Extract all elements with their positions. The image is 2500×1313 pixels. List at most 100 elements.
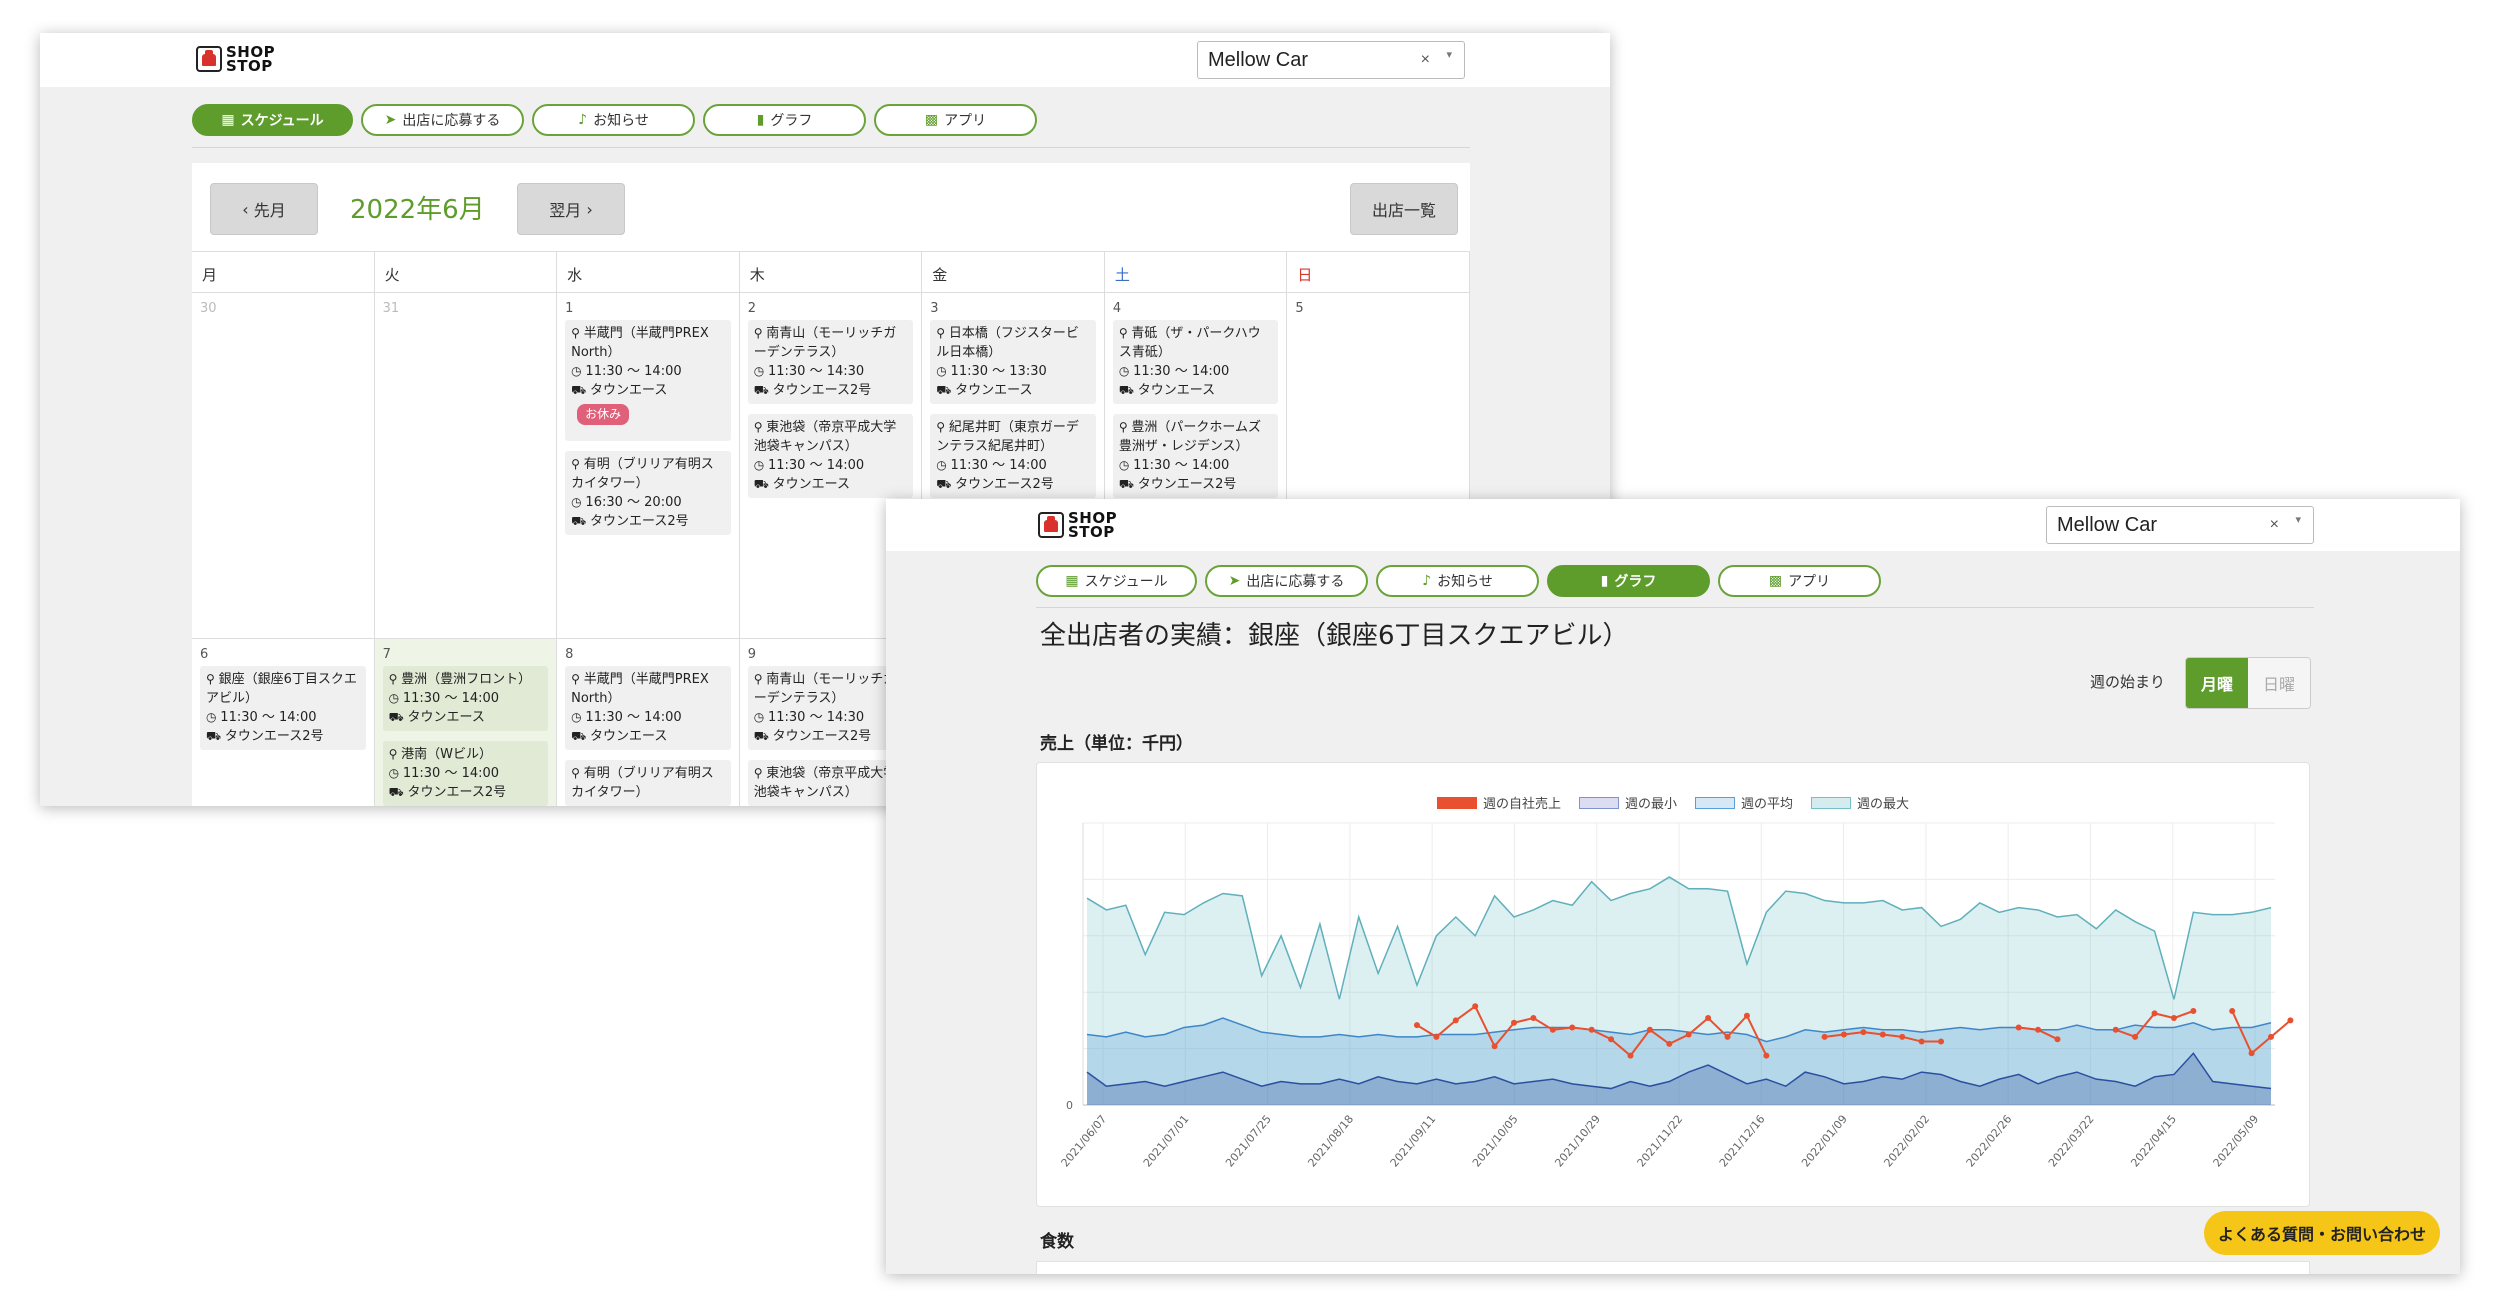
day-number: 8 — [565, 647, 574, 662]
own-sales-point — [1666, 1040, 1673, 1047]
tab-schedule[interactable]: ▦ スケジュール — [1036, 565, 1197, 597]
event-place-text: 青砥（ザ・パークハウス青砥） — [1118, 326, 1261, 360]
header-bar: SHOP STOP Mellow Car × ▾ — [40, 33, 1610, 87]
own-sales-point — [1821, 1033, 1828, 1040]
weekday-header: 月火水木金土日 — [192, 251, 1470, 293]
truck-icon: ⛟ — [206, 729, 225, 743]
calendar-day[interactable]: 30 — [192, 293, 375, 638]
event-time: ◷ 11:30 〜 14:00 — [1119, 456, 1273, 475]
schedule-event[interactable]: ⚲ 東池袋（帝京平成大学池袋キャンパス） ◷ 11:30 〜 14:00 ⛟ タウン… — [747, 414, 914, 498]
truck-icon: ⛟ — [571, 729, 591, 743]
faq-contact-button[interactable]: よくある質問・お問い合わせ — [2204, 1211, 2440, 1255]
clock-icon: ◷ — [753, 710, 768, 724]
own-sales-point — [1840, 1031, 1847, 1038]
event-place-text: 港南（Wビル） — [401, 747, 493, 762]
event-place: ⚲ 紀尾井町（東京ガーデンテラス紀尾井町） — [936, 418, 1090, 456]
own-sales-point — [1705, 1015, 1712, 1022]
event-time: ◷ 16:30 〜 20:00 — [571, 493, 725, 512]
own-sales-point — [2054, 1036, 2061, 1043]
schedule-event[interactable]: ⚲ 半蔵門（半蔵門PREX North） ◷ 11:30 〜 14:00 ⛟ タウン… — [565, 320, 731, 441]
truck-icon: ⛟ — [1118, 383, 1138, 397]
shopstop-logo[interactable]: SHOP STOP — [1038, 511, 1117, 540]
logo-text-line2: STOP — [226, 57, 273, 75]
truck-icon: ⛟ — [936, 383, 956, 397]
event-time: ◷ 11:30 〜 14:00 — [571, 708, 725, 727]
schedule-event[interactable]: ⚲ 港南（Wビル） ◷ 11:30 〜 14:00 ⛟ タウンエース2号 — [382, 741, 549, 806]
tab-graph[interactable]: ▮ グラフ — [1547, 565, 1710, 597]
schedule-event[interactable]: ⚲ 有明（ブリリア有明スカイタワー） ◷ 16:30 〜 20:00 ⛟ タウンエー… — [565, 451, 731, 535]
shopstop-logo[interactable]: SHOP STOP — [196, 45, 275, 75]
next-month-button[interactable]: 翌月 › — [517, 183, 625, 235]
schedule-event[interactable]: ⚲ 有明（ブリリア有明スカイタワー） — [565, 760, 731, 806]
truck-icon: ⛟ — [1118, 477, 1138, 491]
event-time: ◷ 11:30 〜 14:00 — [206, 708, 360, 727]
tab-apply[interactable]: ➤ 出店に応募する — [361, 104, 524, 136]
event-place: ⚲ 銀座（銀座6丁目スクエアビル） — [206, 670, 360, 708]
tab-news[interactable]: ♪ お知らせ — [532, 104, 695, 136]
own-sales-point — [2268, 1033, 2274, 1040]
clear-icon[interactable]: × — [1421, 51, 1430, 69]
weekday-6: 日 — [1287, 252, 1470, 292]
event-place-text: 東池袋（帝京平成大学池袋キャンパス） — [753, 766, 897, 800]
event-place: ⚲ 東池袋（帝京平成大学池袋キャンパス） — [754, 418, 908, 456]
schedule-event[interactable]: ⚲ 豊洲（豊洲フロント） ◷ 11:30 〜 14:00 ⛟ タウンエース — [382, 666, 549, 731]
week-start-monday[interactable]: 月曜 — [2186, 658, 2248, 708]
schedule-event[interactable]: ⚲ 日本橋（フジスタービル日本橋） ◷ 11:30 〜 13:30 ⛟ タウンエース — [930, 320, 1096, 404]
x-tick-label: 2021/07/01 — [1141, 1113, 1192, 1170]
truck-icon: ⛟ — [936, 477, 956, 491]
own-sales-point — [2170, 1015, 2177, 1022]
own-sales-point — [2190, 1008, 2197, 1014]
tab-app[interactable]: ▩ アプリ — [874, 104, 1037, 136]
own-sales-point — [1743, 1012, 1750, 1019]
week-start-sunday[interactable]: 日曜 — [2248, 658, 2310, 708]
schedule-event[interactable]: ⚲ 紀尾井町（東京ガーデンテラス紀尾井町） ◷ 11:30 〜 14:00 ⛟ タウ… — [930, 414, 1096, 498]
nav-divider — [192, 147, 1470, 148]
calendar-day[interactable]: 8 ⚲ 半蔵門（半蔵門PREX North） ◷ 11:30 〜 14:00 ⛟ タウ… — [557, 639, 740, 806]
truck-icon: ⛟ — [388, 785, 408, 799]
calendar-day[interactable]: 31 — [375, 293, 558, 638]
event-place: ⚲ 港南（Wビル） — [389, 745, 543, 764]
calendar-day[interactable]: 7 ⚲ 豊洲（豊洲フロント） ◷ 11:30 〜 14:00 ⛟ タウンエース ⚲ 港南… — [374, 639, 558, 806]
tab-graph[interactable]: ▮ グラフ — [703, 104, 866, 136]
prev-month-button[interactable]: ‹ 先月 — [210, 183, 318, 235]
chevron-down-icon[interactable]: ▾ — [1446, 48, 1452, 61]
event-time-text: 11:30 〜 14:00 — [220, 710, 317, 725]
send-icon: ➤ — [1228, 573, 1241, 589]
chevron-down-icon[interactable]: ▾ — [2295, 513, 2301, 526]
store-select[interactable]: Mellow Car × ▾ — [1197, 41, 1465, 79]
store-select[interactable]: Mellow Car × ▾ — [2046, 506, 2314, 544]
tab-apply[interactable]: ➤ 出店に応募する — [1205, 565, 1368, 597]
tab-news[interactable]: ♪ お知らせ — [1376, 565, 1539, 597]
event-place: ⚲ 半蔵門（半蔵門PREX North） — [571, 324, 725, 362]
schedule-event[interactable]: ⚲ 半蔵門（半蔵門PREX North） ◷ 11:30 〜 14:00 ⛟ タウン… — [565, 666, 731, 750]
graph-window: SHOP STOP Mellow Car × ▾ ▦ スケジュール ➤ 出店に応募する… — [886, 499, 2460, 1274]
schedule-event[interactable]: ⚲ 豊洲（パークホームズ豊洲ザ・レジデンス） ◷ 11:30 〜 14:00 ⛟ タ… — [1112, 414, 1279, 498]
event-truck: ⛟ タウンエース — [571, 727, 725, 746]
schedule-event[interactable]: ⚲ 銀座（銀座6丁目スクエアビル） ◷ 11:30 〜 14:00 ⛟ タウンエース… — [200, 666, 366, 750]
tab-schedule[interactable]: ▦ スケジュール — [192, 104, 353, 136]
clock-icon: ◷ — [936, 458, 951, 472]
event-time-text: 11:30 〜 14:00 — [1133, 458, 1230, 473]
store-select-value: Mellow Car — [1208, 48, 1309, 71]
calendar-day[interactable]: 6 ⚲ 銀座（銀座6丁目スクエアビル） ◷ 11:30 〜 14:00 ⛟ タウンエー… — [192, 639, 375, 806]
event-truck: ⛟ タウンエース — [571, 381, 725, 400]
event-place-text: 有明（ブリリア有明スカイタワー） — [571, 457, 714, 491]
schedule-event[interactable]: ⚲ 青砥（ザ・パークハウス青砥） ◷ 11:30 〜 14:00 ⛟ タウンエース — [1112, 320, 1279, 404]
qr-code-icon: ▩ — [1768, 573, 1783, 589]
event-truck: ⛟ タウンエース2号 — [389, 783, 543, 802]
closed-badge: お休み — [577, 404, 630, 425]
tab-app[interactable]: ▩ アプリ — [1718, 565, 1881, 597]
map-pin-icon: ⚲ — [571, 672, 584, 686]
clock-icon: ◷ — [206, 710, 221, 724]
calendar-day[interactable]: 1 ⚲ 半蔵門（半蔵門PREX North） ◷ 11:30 〜 14:00 ⛟ タウ… — [557, 293, 740, 638]
clear-icon[interactable]: × — [2270, 516, 2279, 534]
own-sales-point — [1433, 1033, 1440, 1040]
event-place-text: 豊洲（豊洲フロント） — [401, 672, 532, 687]
page-title: 全出店者の実績：銀座（銀座6丁目スクエアビル） — [1040, 621, 1629, 651]
schedule-event[interactable]: ⚲ 南青山（モーリッチガーデンテラス） ◷ 11:30 〜 14:30 ⛟ タウンエ… — [747, 320, 914, 404]
map-pin-icon: ⚲ — [388, 672, 402, 686]
store-list-button[interactable]: 出店一覧 — [1350, 183, 1458, 235]
event-truck: ⛟ タウンエース — [389, 708, 543, 727]
day-number: 1 — [565, 301, 574, 316]
own-sales-point — [2112, 1026, 2119, 1033]
